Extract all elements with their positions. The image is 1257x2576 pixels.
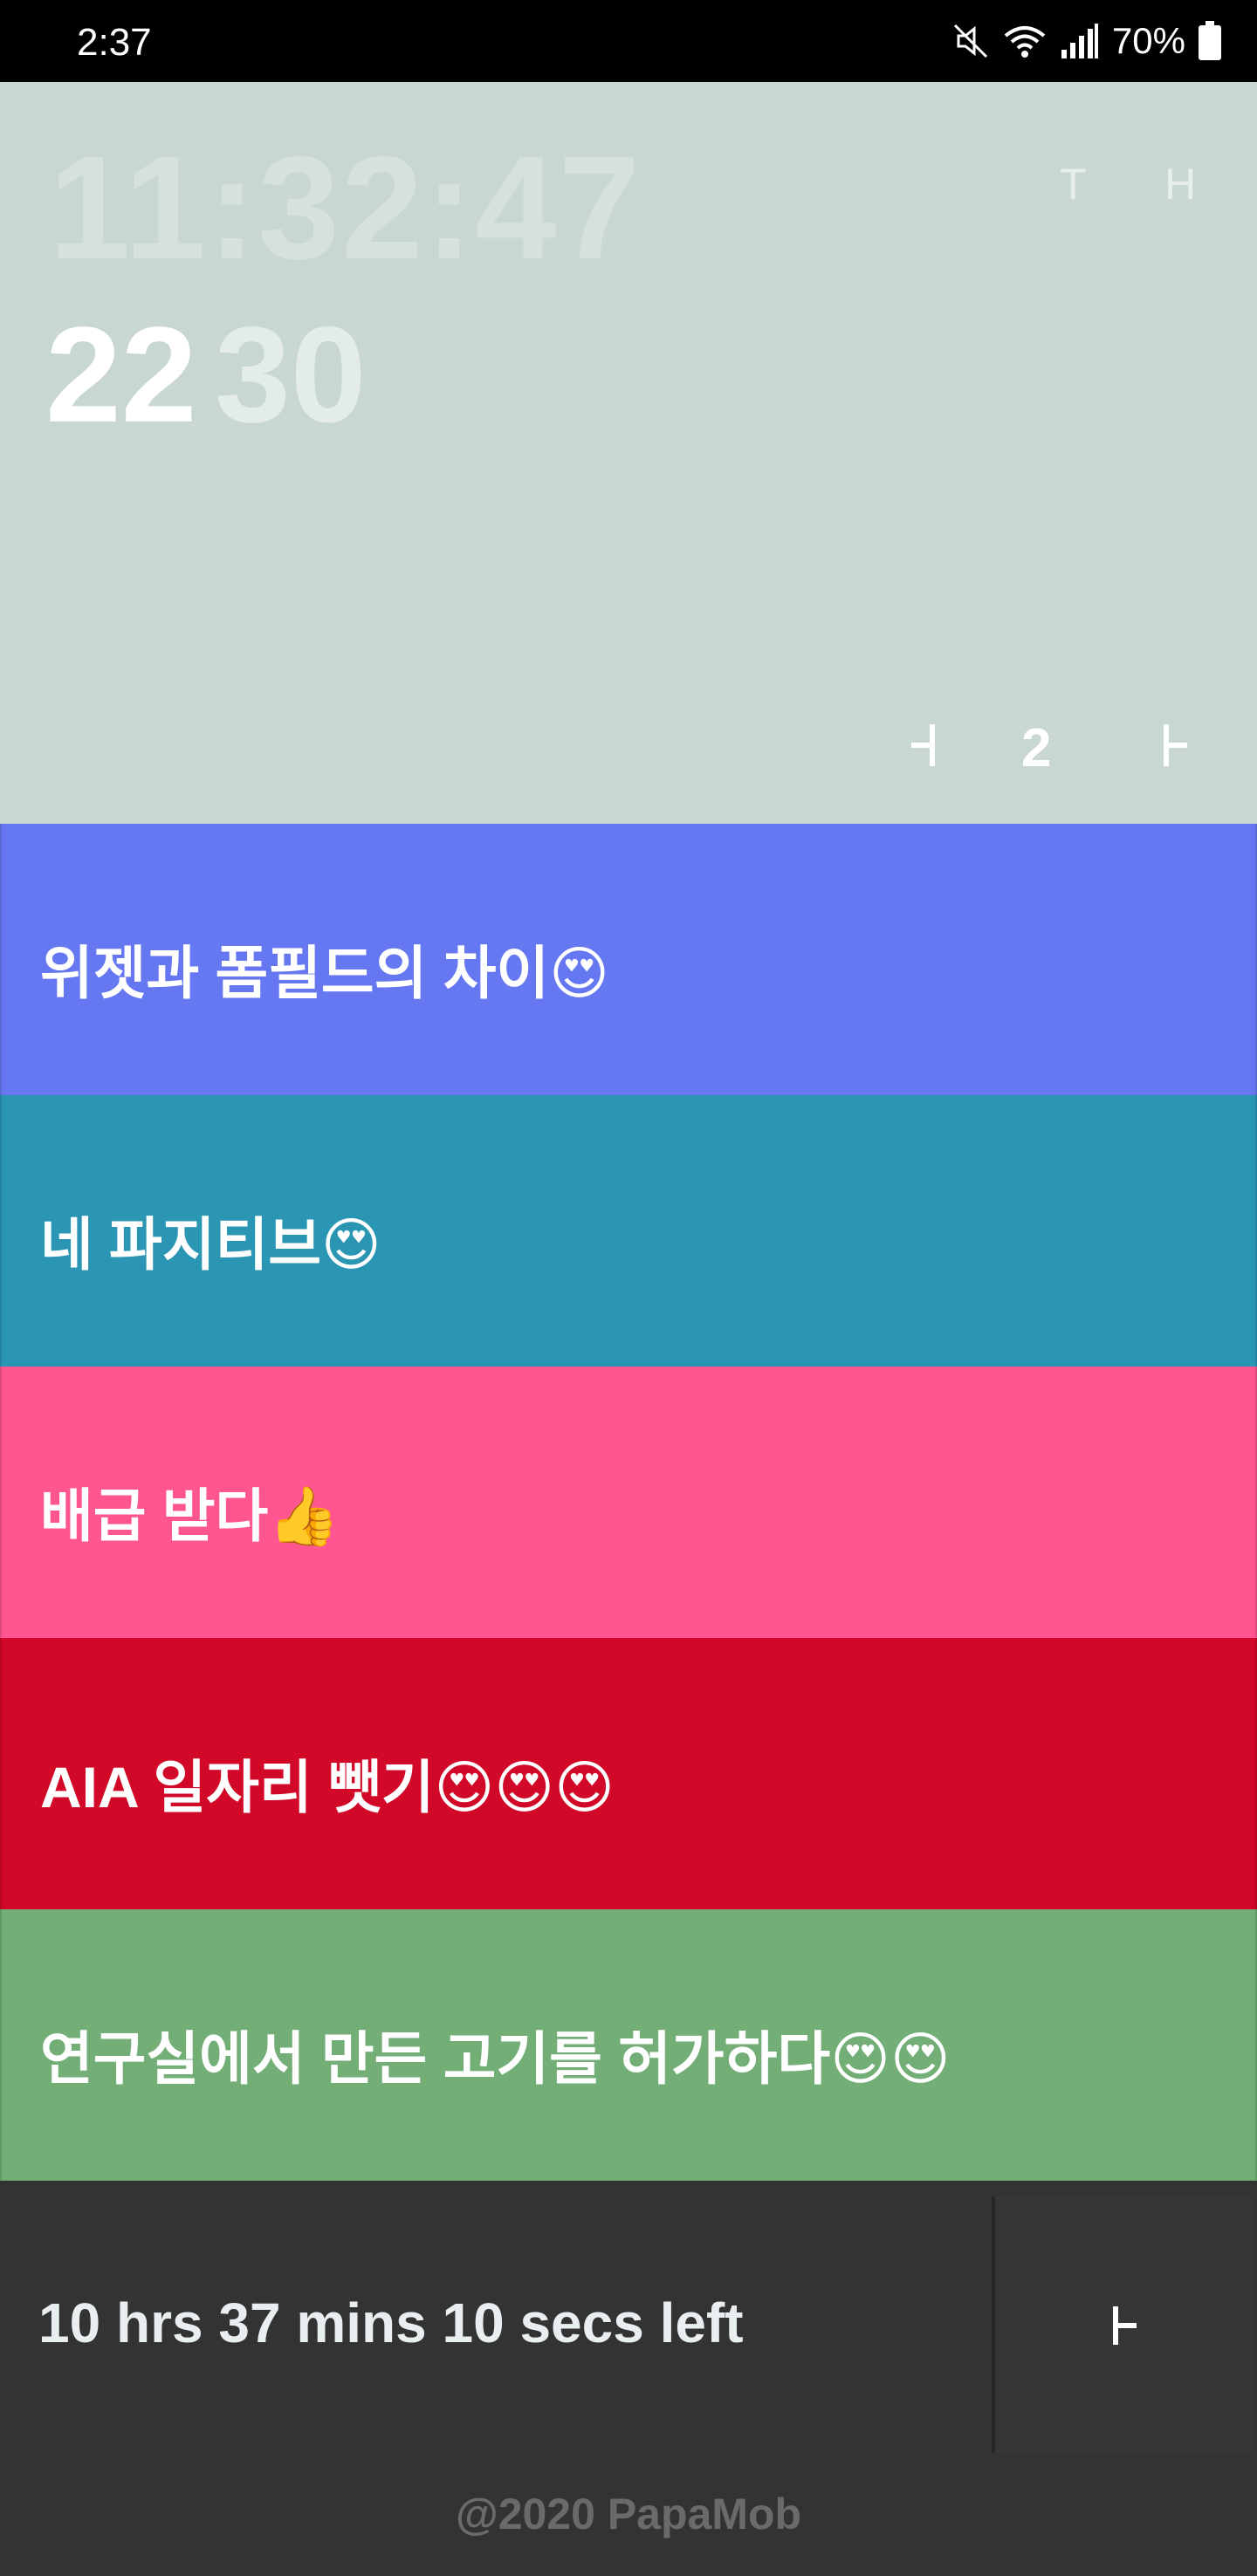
list-item-label: 위젯과 폼필드의 차이😍	[40, 941, 609, 1005]
list-item-label: 배급 받다👍	[40, 1483, 340, 1548]
next-arrow-icon	[1113, 2306, 1137, 2345]
battery-icon	[1198, 21, 1222, 61]
mute-icon	[951, 22, 990, 60]
next-page-button[interactable]	[1147, 710, 1199, 780]
footer-bar: 10 hrs 37 mins 10 secs left	[0, 2181, 1257, 2469]
current-clock: 11:32:47	[49, 126, 642, 290]
toggle-h-button[interactable]: H	[1164, 159, 1196, 209]
secondary-number: 30	[215, 299, 367, 451]
list-item-label: 네 파지티브😍	[40, 1212, 381, 1277]
countdown-text: 10 hrs 37 mins 10 secs left	[38, 2292, 744, 2354]
status-time: 2:37	[77, 21, 152, 64]
list-item[interactable]: 연구실에서 만든 고기를 허가하다😍😍	[0, 1909, 1257, 2181]
toggle-t-button[interactable]: T	[1060, 159, 1087, 209]
copyright-text: @2020 PapaMob	[455, 2490, 802, 2538]
status-icons: 70%	[951, 16, 1222, 66]
next-button[interactable]	[992, 2196, 1254, 2453]
list-item[interactable]: 배급 받다👍	[0, 1367, 1257, 1638]
primary-number: 22	[45, 299, 197, 451]
wifi-icon	[1002, 22, 1048, 60]
page-number: 2	[1021, 718, 1052, 778]
status-bar: 2:37 70%	[0, 0, 1257, 82]
header-panel: 11:32:47 T H 22 30 2	[0, 82, 1257, 824]
list-item[interactable]: 네 파지티브😍	[0, 1095, 1257, 1367]
list-item-label: 연구실에서 만든 고기를 허가하다😍😍	[40, 2026, 951, 2091]
prev-arrow-icon	[911, 724, 935, 766]
list-item-label: AIA 일자리 뺏기😍😍😍	[40, 1755, 615, 1819]
prev-page-button[interactable]	[899, 710, 951, 780]
item-list: 위젯과 폼필드의 차이😍 네 파지티브😍 배급 받다👍 AIA 일자리 뺏기😍😍…	[0, 824, 1257, 2181]
list-item[interactable]: AIA 일자리 뺏기😍😍😍	[0, 1638, 1257, 1909]
list-item[interactable]: 위젯과 폼필드의 차이😍	[0, 824, 1257, 1095]
next-arrow-icon	[1164, 724, 1187, 766]
battery-percent: 70%	[1111, 20, 1185, 61]
signal-icon	[1060, 22, 1100, 60]
